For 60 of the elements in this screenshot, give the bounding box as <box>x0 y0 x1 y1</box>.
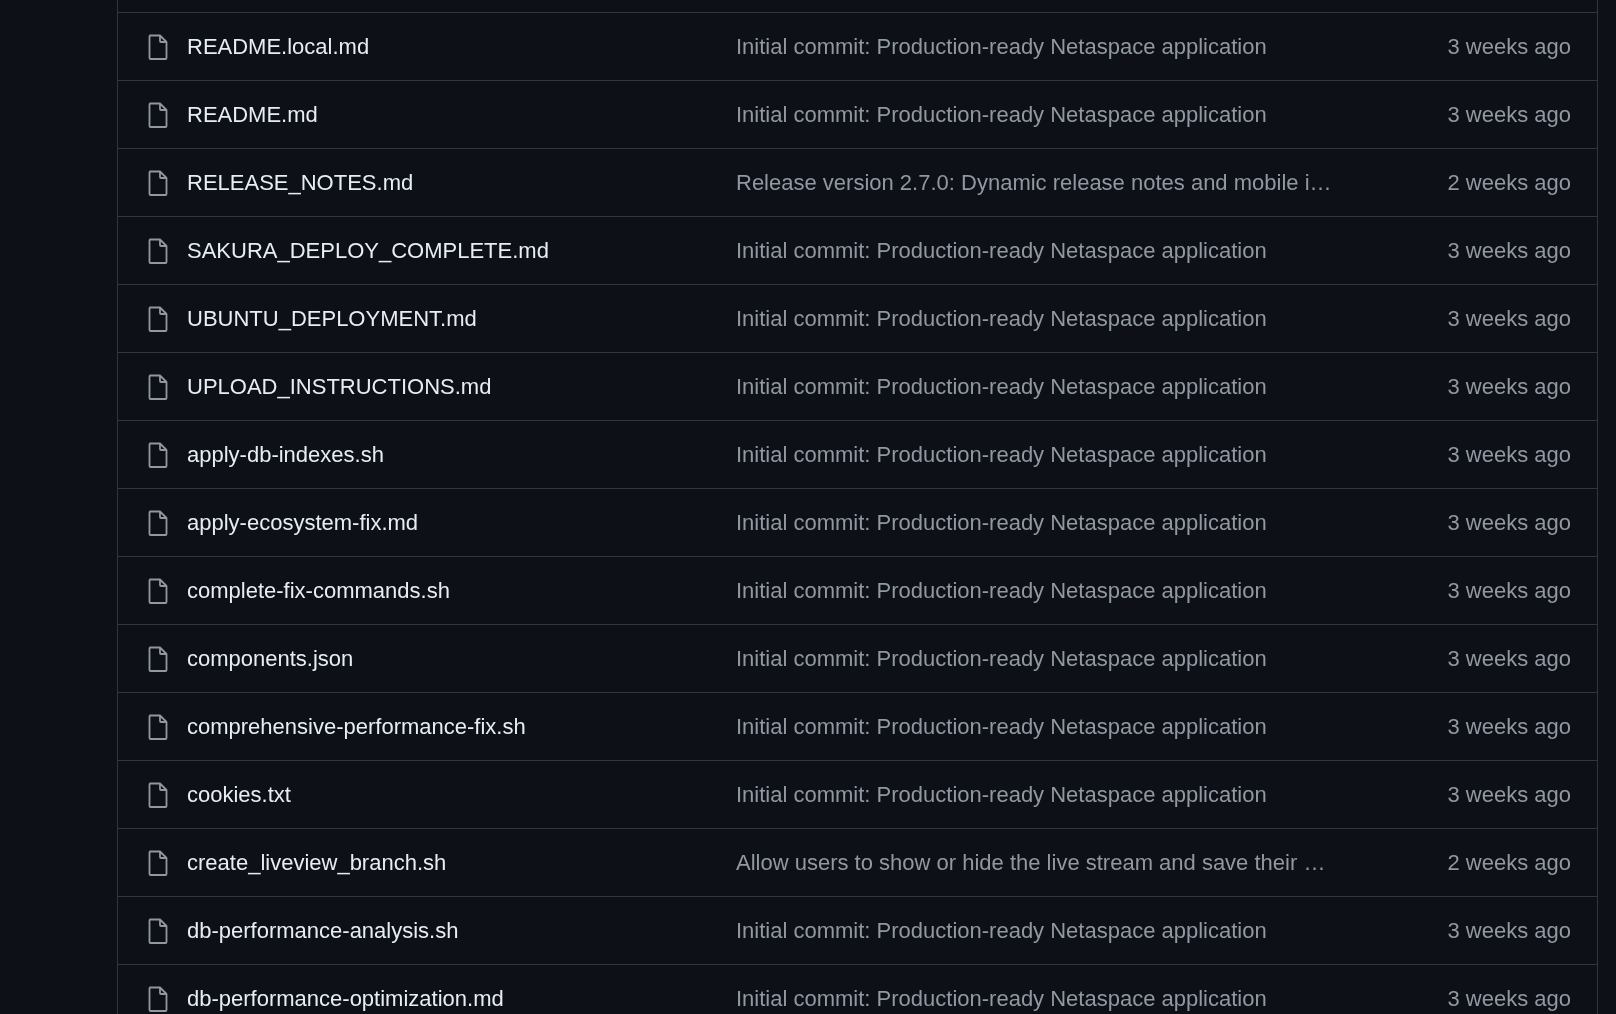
file-name-link[interactable]: cookies.txt <box>187 781 717 808</box>
file-name-link[interactable]: README.md <box>187 101 717 128</box>
commit-message-link[interactable]: Initial commit: Production-ready Netaspace application <box>736 373 1429 400</box>
commit-message-link[interactable]: Initial commit: Production-ready Netaspace application <box>736 713 1429 740</box>
file-name-link[interactable]: RELEASE_NOTES.md <box>187 169 717 196</box>
commit-message-link[interactable]: Initial commit: Production-ready Netaspace application <box>736 101 1429 128</box>
file-name-link[interactable]: apply-ecosystem-fix.md <box>187 509 717 536</box>
file-icon <box>148 917 168 944</box>
commit-message-link[interactable]: Initial commit: Production-ready Netaspace application <box>736 577 1429 604</box>
commit-time: 3 weeks ago <box>1447 101 1571 128</box>
file-name-link[interactable]: components.json <box>187 645 717 672</box>
commit-message-link[interactable]: Allow users to show or hide the live stream and save their … <box>736 849 1429 876</box>
file-name-link[interactable]: db-performance-analysis.sh <box>187 917 717 944</box>
commit-message-link[interactable]: Initial commit: Production-ready Netaspace application <box>736 781 1429 808</box>
commit-message-link[interactable]: Initial commit: Production-ready Netaspace application <box>736 645 1429 672</box>
file-name-link[interactable]: apply-db-indexes.sh <box>187 441 717 468</box>
file-icon <box>148 237 168 264</box>
file-icon <box>148 101 168 128</box>
commit-message-link[interactable]: Initial commit: Production-ready Netaspace application <box>736 33 1429 60</box>
file-icon <box>148 645 168 672</box>
file-icon <box>148 305 168 332</box>
file-name-link[interactable]: db-performance-optimization.md <box>187 985 717 1012</box>
file-icon <box>148 577 168 604</box>
file-name-link[interactable]: complete-fix-commands.sh <box>187 577 717 604</box>
commit-time: 3 weeks ago <box>1447 713 1571 740</box>
commit-time: 3 weeks ago <box>1447 917 1571 944</box>
file-name-link[interactable]: UBUNTU_DEPLOYMENT.md <box>187 305 717 332</box>
commit-time: 3 weeks ago <box>1447 985 1571 1012</box>
commit-time: 2 weeks ago <box>1447 169 1571 196</box>
commit-time: 3 weeks ago <box>1447 509 1571 536</box>
file-name-link[interactable]: README.local.md <box>187 33 717 60</box>
commit-time: 3 weeks ago <box>1447 781 1571 808</box>
file-name-link[interactable]: comprehensive-performance-fix.sh <box>187 713 717 740</box>
commit-message-link[interactable]: Initial commit: Production-ready Netaspace application <box>736 441 1429 468</box>
commit-message-link[interactable]: Initial commit: Production-ready Netaspace application <box>736 305 1429 332</box>
commit-time: 3 weeks ago <box>1447 305 1571 332</box>
file-icon <box>148 373 168 400</box>
file-icon <box>148 713 168 740</box>
commit-time: 3 weeks ago <box>1447 373 1571 400</box>
commit-time: 3 weeks ago <box>1447 577 1571 604</box>
commit-time: 3 weeks ago <box>1447 441 1571 468</box>
commit-time: 3 weeks ago <box>1447 645 1571 672</box>
commit-time: 3 weeks ago <box>1447 237 1571 264</box>
file-name-link[interactable]: UPLOAD_INSTRUCTIONS.md <box>187 373 717 400</box>
file-icon <box>148 441 168 468</box>
file-icon <box>148 849 168 876</box>
commit-time: 2 weeks ago <box>1447 849 1571 876</box>
file-icon <box>148 509 168 536</box>
commit-message-link[interactable]: Initial commit: Production-ready Netaspace application <box>736 237 1429 264</box>
file-icon <box>148 781 168 808</box>
commit-message-link[interactable]: Release version 2.7.0: Dynamic release notes and mobile i… <box>736 169 1429 196</box>
file-icon <box>148 33 168 60</box>
file-name-link[interactable]: SAKURA_DEPLOY_COMPLETE.md <box>187 237 717 264</box>
commit-message-link[interactable]: Initial commit: Production-ready Netaspace application <box>736 917 1429 944</box>
file-icon <box>148 169 168 196</box>
commit-time: 3 weeks ago <box>1447 33 1571 60</box>
commit-message-link[interactable]: Initial commit: Production-ready Netaspace application <box>736 509 1429 536</box>
file-icon <box>148 985 168 1012</box>
file-name-link[interactable]: create_liveview_branch.sh <box>187 849 717 876</box>
commit-message-link[interactable]: Initial commit: Production-ready Netaspace application <box>736 985 1429 1012</box>
